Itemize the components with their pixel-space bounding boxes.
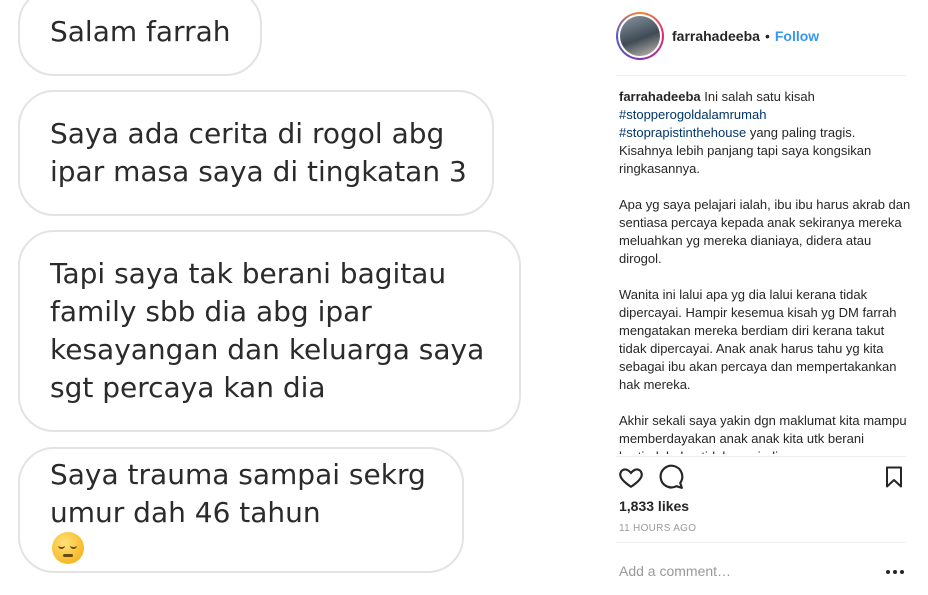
message-line: Saya ada cerita di rogol abg <box>50 117 445 150</box>
message-line: kesayangan dan keluarga saya <box>50 333 485 366</box>
message-bubble: Saya ada cerita di rogol abg ipar masa s… <box>18 90 494 216</box>
message-line: Tapi saya tak berani bagitau <box>50 257 447 290</box>
comment-icon[interactable] <box>658 464 686 492</box>
pensive-face-emoji-icon <box>52 532 84 564</box>
avatar-image <box>620 16 660 56</box>
heart-icon[interactable] <box>618 464 646 492</box>
avatar[interactable] <box>616 12 664 60</box>
post-caption: farrahadeeba Ini salah satu kisah #stopp… <box>619 88 911 454</box>
header-username[interactable]: farrahadeeba <box>672 28 760 44</box>
more-options-icon[interactable] <box>886 570 906 576</box>
message-bubble: Saya trauma sampai sekrg umur dah 46 tah… <box>18 447 464 573</box>
post-image: Salam farrah Saya ada cerita di rogol ab… <box>0 0 600 595</box>
message-bubble: Tapi saya tak berani bagitau family sbb … <box>18 230 521 432</box>
message-line: family sbb dia abg ipar <box>50 295 372 328</box>
follow-button[interactable]: Follow <box>775 28 819 44</box>
divider <box>616 542 906 543</box>
caption-paragraph: Wanita ini lalui apa yg dia lalui kerana… <box>619 287 897 392</box>
post-side-panel: farrahadeeba • Follow farrahadeeba Ini s… <box>600 0 928 595</box>
caption-paragraph: Akhir sekali saya yakin dgn maklumat kit… <box>619 413 907 454</box>
message-line-with-emoji: umur dah 46 tahun <box>50 494 432 564</box>
post-header: farrahadeeba • Follow <box>616 12 906 60</box>
message-line: sgt percaya kan dia <box>50 371 326 404</box>
divider <box>616 456 906 457</box>
separator-dot: • <box>764 28 770 44</box>
hashtag-link[interactable]: #stopperogoldalamrumah <box>619 107 766 122</box>
caption-username[interactable]: farrahadeeba <box>619 89 701 104</box>
action-bar <box>616 464 906 492</box>
divider <box>616 75 906 76</box>
message-line: umur dah 46 tahun <box>50 496 321 529</box>
message-bubble: Salam farrah <box>18 0 262 76</box>
comment-input[interactable] <box>619 560 869 582</box>
hashtag-link[interactable]: #stoprapistinthehouse <box>619 125 746 140</box>
post-timestamp[interactable]: 11 HOURS AGO <box>619 523 696 534</box>
message-line: ipar masa saya di tingkatan 3 <box>50 155 467 188</box>
bookmark-icon[interactable] <box>882 464 910 492</box>
like-count[interactable]: 1,833 likes <box>619 498 689 514</box>
caption-paragraph: Apa yg saya pelajari ialah, ibu ibu haru… <box>619 197 911 266</box>
message-line: Saya trauma sampai sekrg <box>50 458 426 491</box>
message-line: Salam farrah <box>50 15 231 48</box>
caption-text: Ini salah satu kisah <box>704 89 815 104</box>
